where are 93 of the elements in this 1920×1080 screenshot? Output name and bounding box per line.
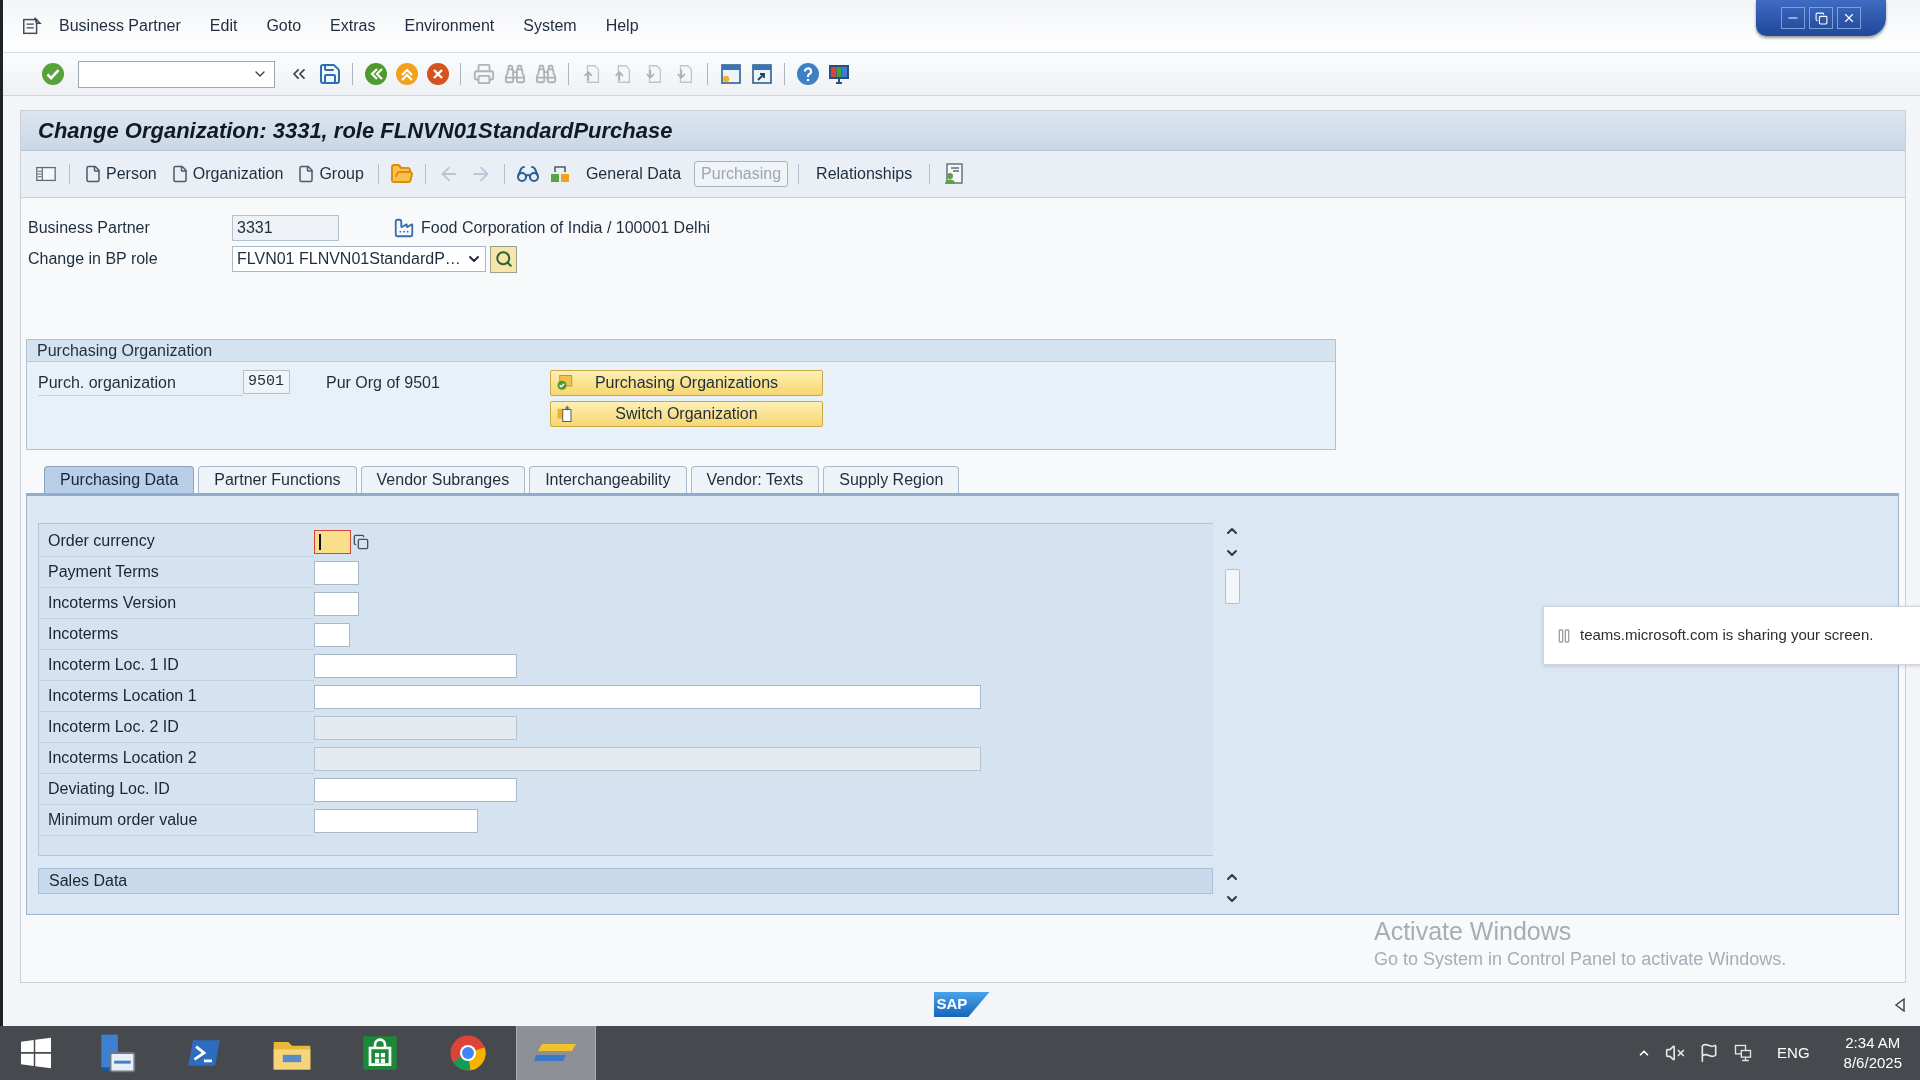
tab[interactable]: Partner Functions: [198, 466, 357, 493]
binoculars-icon: [503, 63, 526, 85]
input-field[interactable]: [314, 591, 359, 616]
cancel-icon: [425, 62, 450, 86]
stacked-squares-icon[interactable]: [353, 533, 369, 550]
text-cursor-icon: [319, 533, 321, 550]
field-label: Incoterm Loc. 2 ID: [39, 712, 314, 743]
tab[interactable]: Interchangeability: [529, 466, 687, 493]
input-field[interactable]: [314, 529, 351, 554]
binoculars-icon: [534, 63, 557, 85]
left-triangle-icon: [1894, 997, 1906, 1012]
checked-list-icon: [555, 374, 575, 392]
close-button[interactable]: [1837, 7, 1861, 29]
field-description: Pur Org of 9501: [326, 373, 441, 393]
field-label: Incoterms Location 1: [39, 681, 314, 712]
shopping-bag-icon: [360, 1033, 400, 1073]
menu-item[interactable]: Goto: [266, 14, 302, 38]
input-field: 9501: [243, 370, 290, 394]
action-button[interactable]: Purchasing Organizations: [550, 370, 823, 396]
field-label: Deviating Loc. ID: [39, 774, 314, 805]
create-button[interactable]: Group: [290, 159, 371, 189]
field-label: Change in BP role: [28, 249, 159, 269]
field-label: Incoterms Version: [39, 588, 314, 619]
tab[interactable]: Supply Region: [823, 466, 960, 493]
check-icon: [40, 62, 65, 86]
field-label: Business Partner: [28, 218, 151, 238]
search-icon: [494, 250, 513, 268]
minimize-button[interactable]: [1781, 7, 1805, 29]
input-field[interactable]: [314, 622, 350, 647]
create-button[interactable]: Person: [77, 159, 164, 189]
input-field[interactable]: [314, 777, 517, 802]
input-field[interactable]: [314, 560, 359, 585]
role-dropdown[interactable]: FLVN01 FLNVN01StandardP…: [232, 246, 486, 272]
printer-icon: [472, 63, 495, 85]
field-label: Payment Terms: [39, 557, 314, 588]
document-icon: [297, 164, 316, 184]
scrollbar-thumb[interactable]: [1224, 569, 1240, 604]
view-button[interactable]: Relationships: [809, 161, 920, 187]
save-icon: [317, 62, 342, 86]
share-notice-text: teams.microsoft.com is sharing your screen.: [1580, 625, 1874, 646]
muted-speaker-icon[interactable]: [1665, 1043, 1686, 1063]
document-icon: [170, 164, 189, 184]
flag-icon[interactable]: [1699, 1043, 1720, 1063]
tab[interactable]: Vendor Subranges: [360, 466, 526, 493]
activation-title: Activate Windows: [1374, 916, 1573, 947]
field-label: Order currency: [39, 526, 314, 557]
tab[interactable]: Vendor: Texts: [690, 466, 820, 493]
menu-item[interactable]: Help: [605, 14, 639, 38]
restore-button[interactable]: [1809, 7, 1833, 29]
field-label: Purch. organization: [38, 370, 243, 396]
field-label: Incoterms Location 2: [39, 743, 314, 774]
help-icon: [795, 62, 820, 86]
document-icon: [84, 164, 102, 184]
monitor-icon: [826, 62, 851, 86]
menu-item[interactable]: Extras: [330, 14, 376, 38]
logo: SAP: [933, 992, 990, 1017]
menu-item[interactable]: Business Partner: [59, 14, 181, 38]
section-bar[interactable]: Sales Data: [38, 868, 1213, 894]
action-button[interactable]: Switch Organization: [550, 401, 823, 427]
tab[interactable]: Purchasing Data: [44, 466, 195, 493]
menu-item[interactable]: Environment: [404, 14, 495, 38]
input-field[interactable]: [314, 684, 981, 709]
input-field[interactable]: [314, 808, 478, 833]
activation-text: Go to System in Control Panel to activate Windows.: [1374, 948, 1787, 971]
browser-icon: [448, 1033, 488, 1073]
window-title: Change Organization: 3331, role FLNVN01StandardPurchase: [38, 117, 673, 145]
field-label: Incoterm Loc. 1 ID: [39, 650, 314, 681]
partner-description: Food Corporation of India / 100001 Delhi: [421, 218, 711, 238]
clock-time: 2:34 AM: [1845, 1033, 1901, 1053]
field-label: Minimum order value: [39, 805, 314, 836]
clock-date: 8/6/2025: [1843, 1053, 1902, 1073]
view-button[interactable]: General Data: [578, 161, 689, 187]
section-title: Purchasing Organization: [37, 340, 213, 361]
back-icon: [363, 62, 388, 86]
network-icon: [1733, 1043, 1754, 1063]
menu-icon: [21, 15, 43, 37]
exit-icon: [394, 62, 419, 86]
pause-icon[interactable]: [1556, 627, 1572, 644]
menu-item[interactable]: Edit: [209, 14, 238, 38]
document-arrow-icon: [555, 405, 575, 423]
restore-icon: [1814, 11, 1828, 25]
menu-item[interactable]: System: [523, 14, 577, 38]
input-field: 3331: [232, 215, 339, 241]
factory-icon: [393, 217, 415, 239]
tiles-icon: [18, 1035, 54, 1071]
command-field[interactable]: [78, 60, 275, 88]
field-label: Incoterms: [39, 619, 314, 650]
input-field[interactable]: [314, 653, 517, 678]
close-icon: [1842, 11, 1856, 25]
search-button[interactable]: [490, 245, 517, 273]
language-indicator[interactable]: ENG: [1777, 1041, 1810, 1065]
create-button[interactable]: Organization: [163, 159, 291, 189]
folder-icon: [389, 162, 414, 186]
